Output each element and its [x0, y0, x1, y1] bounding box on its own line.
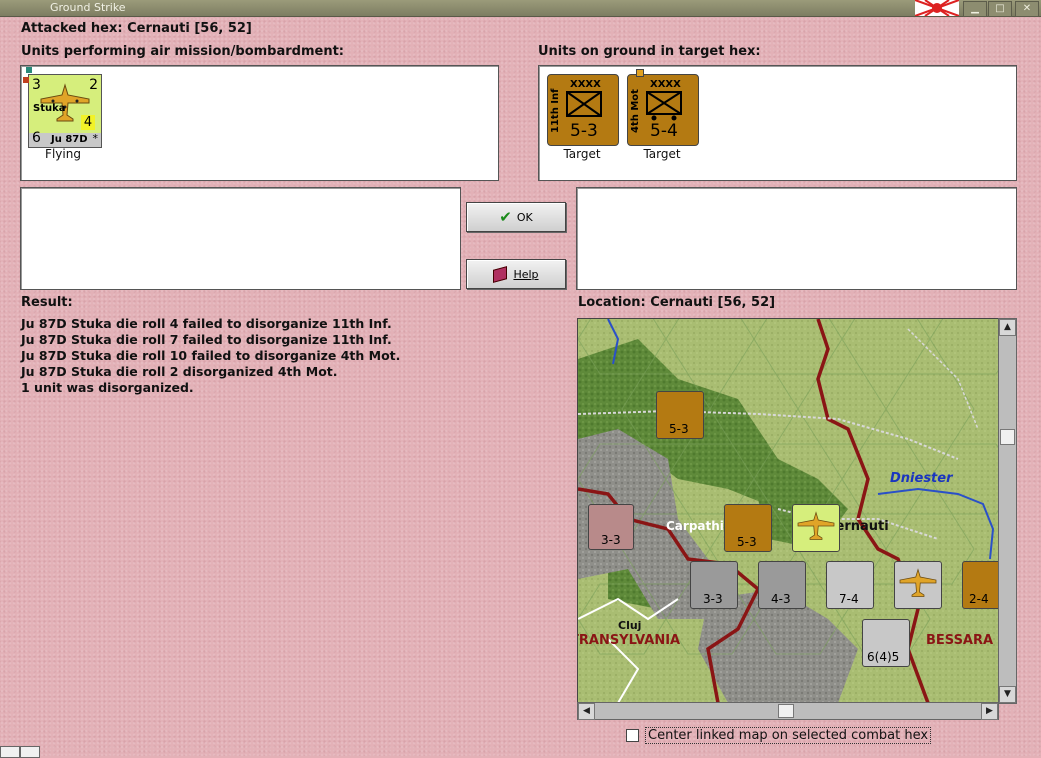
scroll-right-icon[interactable]: ▶ [981, 703, 998, 720]
location-label: Location: Cernauti [56, 52] [578, 295, 776, 310]
counter-star: * [92, 132, 99, 145]
map-counter[interactable]: 2-4 [962, 561, 998, 609]
ground-unit-counter-2[interactable]: 4th Mot XXXX 5-4 [627, 69, 699, 146]
map-counter-strength: 6(4)5 [867, 650, 900, 664]
aircraft-icon [797, 511, 835, 540]
map-counter[interactable]: 6(4)5 [862, 619, 910, 667]
japan-flag-icon [915, 0, 959, 16]
map-counter[interactable]: 7-4 [826, 561, 874, 609]
minimize-button[interactable]: ▁ [963, 1, 987, 17]
help-book-icon [493, 265, 508, 283]
scroll-left-icon[interactable]: ◀ [578, 703, 595, 720]
counter-bottom-left: 6 [32, 130, 41, 146]
counter-footer: 6 Ju 87D * [29, 130, 101, 147]
center-map-option[interactable]: Center linked map on selected combat hex [626, 727, 932, 744]
unit-name: Stuka [33, 103, 66, 114]
map-air-counter[interactable] [894, 561, 942, 609]
unit-type: Ju 87D [51, 134, 88, 145]
vertical-scroll-thumb[interactable] [1000, 429, 1015, 445]
status-grip-icon [20, 746, 40, 758]
air-units-panel: 3 2 Stuka 4 6 Ju 87D * Flying [20, 65, 499, 181]
close-button[interactable]: ✕ [1015, 1, 1039, 17]
result-line: 1 unit was disorganized. [21, 380, 194, 395]
result-label: Result: [21, 295, 73, 310]
ok-label: OK [516, 210, 533, 224]
unit-name: 11th Inf [550, 88, 561, 134]
unit-marker-icon [23, 77, 29, 83]
map-city-label: Carpathia [666, 519, 732, 533]
map-river-label: Dniester [890, 471, 953, 486]
unit-status: Target [563, 147, 601, 161]
help-button[interactable]: Help [466, 259, 566, 289]
map-counter[interactable]: 3-3 [588, 504, 634, 550]
unit-strength: 5-4 [650, 121, 678, 141]
map-counter-strength: 5-3 [669, 422, 689, 436]
attacked-hex-label: Attacked hex: Cernauti [56, 52] [21, 21, 252, 36]
map-counter-strength: 4-3 [771, 592, 791, 606]
unit-marker-icon [26, 67, 32, 73]
result-line: Ju 87D Stuka die roll 2 disorganized 4th… [21, 364, 338, 379]
unit-status: Flying [45, 147, 81, 161]
map-counter-strength: 3-3 [703, 592, 723, 606]
air-units-label: Units performing air mission/bombardment… [21, 44, 345, 59]
window-title: Ground Strike [50, 1, 126, 14]
map-counter-strength: 5-3 [737, 535, 757, 549]
ground-units-panel: 11th Inf XXXX 5-3 Target 4th Mot XXXX 5-… [538, 65, 1017, 181]
location-map[interactable]: Dniester Carpathia Cernauti Cluj TRANSYL… [577, 318, 999, 704]
counter-mid-value: 4 [81, 115, 95, 130]
map-counter[interactable]: 5-3 [656, 391, 704, 439]
map-counter[interactable]: 4-3 [758, 561, 806, 609]
ground-units-label: Units on ground in target hex: [538, 44, 761, 59]
aircraft-icon [899, 568, 937, 597]
result-line: Ju 87D Stuka die roll 4 failed to disorg… [21, 316, 392, 331]
unit-marker-icon [636, 69, 644, 77]
horizontal-scroll-thumb[interactable] [778, 704, 794, 718]
unit-status: Target [643, 147, 681, 161]
unit-size: XXXX [650, 79, 681, 90]
map-counter-strength: 3-3 [601, 533, 621, 547]
map-vertical-scrollbar[interactable]: ▲ ▼ [998, 318, 1017, 704]
check-icon: ✔ [499, 208, 512, 226]
unit-size: XXXX [570, 79, 601, 90]
infantry-icon [566, 91, 602, 117]
ground-unit-counter-1[interactable]: 11th Inf XXXX 5-3 [547, 74, 619, 146]
title-bar: Ground Strike ▁ □ ✕ [0, 0, 1041, 17]
scroll-down-icon[interactable]: ▼ [999, 686, 1016, 703]
map-region-label: BESSARA [926, 633, 994, 648]
maximize-button[interactable]: □ [988, 1, 1012, 17]
result-line: Ju 87D Stuka die roll 7 failed to disorg… [21, 332, 392, 347]
center-map-checkbox[interactable] [626, 729, 639, 742]
motorized-infantry-icon [646, 91, 682, 121]
unit-strength: 5-3 [570, 121, 598, 141]
ok-button[interactable]: ✔ OK [466, 202, 566, 232]
map-region-label: TRANSYLVANIA [577, 633, 681, 648]
map-air-counter[interactable] [792, 504, 840, 552]
scroll-up-icon[interactable]: ▲ [999, 319, 1016, 336]
map-city-label: Cluj [618, 619, 642, 632]
result-line: Ju 87D Stuka die roll 10 failed to disor… [21, 348, 401, 363]
defender-details-panel [576, 187, 1017, 290]
result-log: Ju 87D Stuka die roll 4 failed to disorg… [21, 316, 561, 396]
unit-name: 4th Mot [630, 89, 641, 133]
map-counter-strength: 2-4 [969, 592, 989, 606]
map-horizontal-scrollbar[interactable]: ◀ ▶ [577, 702, 999, 720]
map-counter-strength: 7-4 [839, 592, 859, 606]
stuka-counter[interactable]: 3 2 Stuka 4 6 Ju 87D * [23, 67, 102, 148]
center-map-label: Center linked map on selected combat hex [645, 727, 932, 744]
map-counter[interactable]: 5-3 [724, 504, 772, 552]
status-grip-icon [0, 746, 20, 758]
map-counter[interactable]: 3-3 [690, 561, 738, 609]
attacker-details-panel [20, 187, 461, 290]
help-label: Help [513, 267, 539, 281]
